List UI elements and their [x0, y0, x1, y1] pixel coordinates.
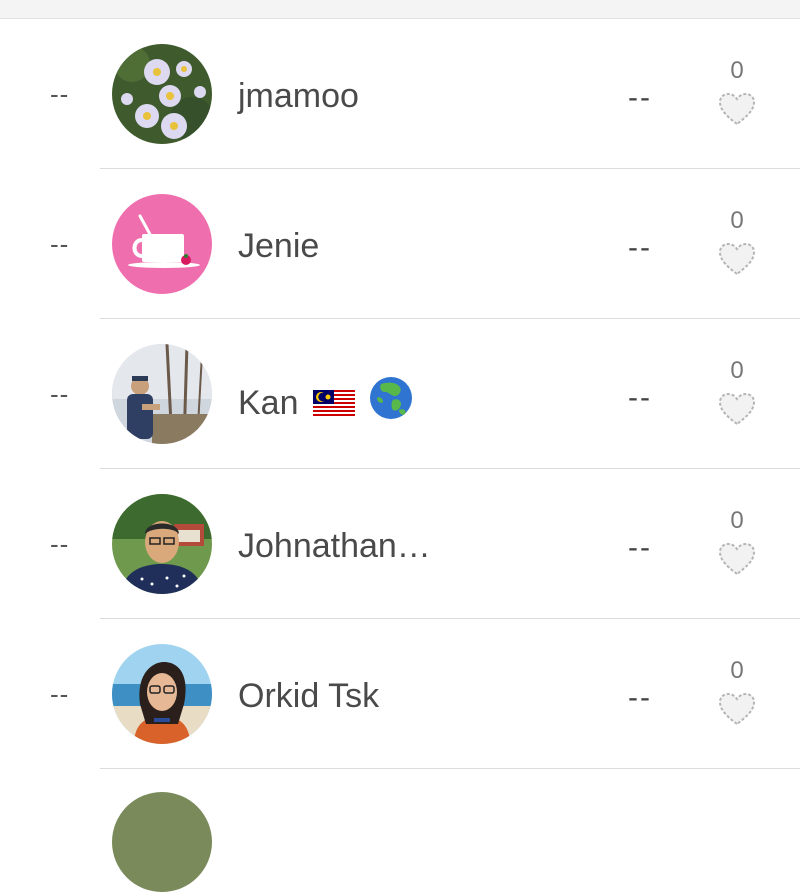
like-control: 0 — [712, 59, 762, 127]
top-bar — [0, 0, 800, 19]
score-value: -- — [628, 231, 652, 264]
avatar-person-trees-image — [112, 344, 212, 444]
avatar-flowers-image — [112, 44, 212, 144]
malaysia-flag-icon — [312, 390, 355, 416]
avatar-man-park-image — [112, 494, 212, 594]
like-count: 0 — [730, 507, 744, 534]
like-control: 0 — [712, 659, 762, 727]
avatar-woman-beach-image — [112, 644, 212, 744]
score-value: -- — [628, 681, 652, 714]
like-control: 0 — [712, 359, 762, 427]
list-item[interactable]: -- Kan -- 0 — [0, 319, 800, 469]
avatar[interactable] — [112, 194, 212, 294]
heart-outline-icon[interactable] — [717, 541, 757, 577]
like-count: 0 — [730, 57, 744, 84]
user-name[interactable]: Johnathan… — [238, 526, 431, 566]
heart-outline-icon[interactable] — [717, 391, 757, 427]
rank-value: -- — [50, 679, 70, 709]
avatar[interactable] — [112, 644, 212, 744]
list-item[interactable]: -- Johnathan… -- 0 — [0, 469, 800, 619]
user-name[interactable]: Kan — [238, 376, 413, 423]
like-count: 0 — [730, 357, 744, 384]
user-list: -- jmamoo -- 0 -- Jenie -- 0 -- Kan -- 0… — [0, 19, 800, 769]
rank-value: -- — [50, 229, 70, 259]
like-control: 0 — [712, 209, 762, 277]
avatar-teacup-image — [112, 194, 212, 294]
like-control: 0 — [712, 509, 762, 577]
like-count: 0 — [730, 657, 744, 684]
avatar[interactable] — [112, 344, 212, 444]
rank-value: -- — [50, 79, 70, 109]
score-value: -- — [628, 81, 652, 114]
list-item[interactable]: -- Jenie -- 0 — [0, 169, 800, 319]
avatar[interactable] — [112, 44, 212, 144]
avatar — [112, 792, 212, 892]
user-name[interactable]: Orkid Tsk — [238, 676, 379, 716]
next-list-item-peek — [0, 769, 800, 892]
list-item[interactable]: -- Orkid Tsk -- 0 — [0, 619, 800, 769]
user-name[interactable]: Jenie — [238, 226, 319, 266]
like-count: 0 — [730, 207, 744, 234]
rank-value: -- — [50, 529, 70, 559]
heart-outline-icon[interactable] — [717, 691, 757, 727]
rank-value: -- — [50, 379, 70, 409]
heart-outline-icon[interactable] — [717, 91, 757, 127]
heart-outline-icon[interactable] — [717, 241, 757, 277]
score-value: -- — [628, 381, 652, 414]
avatar[interactable] — [112, 494, 212, 594]
user-name[interactable]: jmamoo — [238, 76, 359, 116]
globe-asia-icon — [369, 377, 412, 419]
score-value: -- — [628, 531, 652, 564]
list-item[interactable]: -- jmamoo -- 0 — [0, 19, 800, 169]
